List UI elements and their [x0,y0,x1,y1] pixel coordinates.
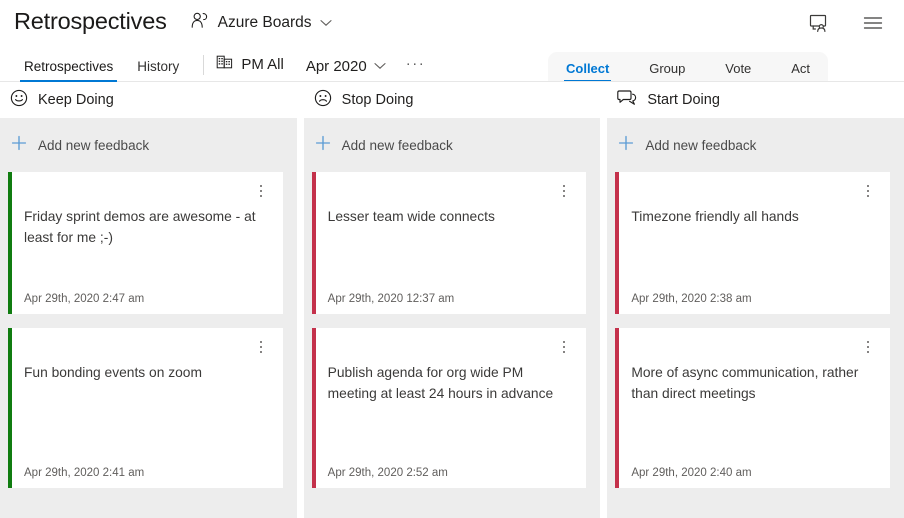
card-timestamp: Apr 29th, 2020 2:38 am [631,285,876,305]
feedback-card[interactable]: Lesser team wide connects Apr 29th, 2020… [312,172,587,314]
card-menu-icon[interactable] [253,338,269,356]
tab-history[interactable]: History [125,60,191,83]
card-timestamp: Apr 29th, 2020 12:37 am [328,285,573,305]
column-header: Stop Doing [304,82,601,118]
card-text: Lesser team wide connects [328,206,573,227]
column-body: Add new feedback Timezone friendly all h… [607,118,904,518]
nav-tabs: Retrospectives History [12,60,191,83]
feedback-card[interactable]: Publish agenda for org wide PM meeting a… [312,328,587,488]
nav-divider [203,55,204,75]
card-text: Timezone friendly all hands [631,206,876,227]
plus-icon [315,135,331,156]
column-start-doing: Start Doing Add new feedback Timezone fr… [607,82,904,518]
feedback-card[interactable]: Timezone friendly all hands Apr 29th, 20… [615,172,890,314]
workflow-tab-vote-label: Vote [725,61,751,76]
speech-bubbles-icon [617,89,637,112]
workflow-tab-vote[interactable]: Vote [725,62,751,82]
card-text: More of async communication, rather than… [631,362,876,405]
workflow-tab-collect[interactable]: Collect [566,62,609,82]
workflow-tab-act-label: Act [791,61,810,76]
project-name: Azure Boards [218,14,312,32]
card-menu-icon[interactable] [556,338,572,356]
tab-retrospectives[interactable]: Retrospectives [12,60,125,83]
workflow-tab-collect-label: Collect [566,61,609,76]
add-new-feedback-label: Add new feedback [645,138,756,153]
column-title: Keep Doing [38,92,114,108]
board-name: PM All [241,56,284,73]
workflow-tab-act[interactable]: Act [791,62,810,82]
add-new-feedback-button[interactable]: Add new feedback [607,118,904,172]
frowny-face-icon [314,89,332,112]
retrospective-board: Keep Doing Add new feedback Friday sprin… [0,82,904,518]
project-selector[interactable]: Azure Boards [191,12,332,34]
people-icon [191,12,210,34]
plus-icon [618,135,634,156]
plus-icon [11,135,27,156]
chevron-down-icon [320,14,332,32]
add-new-feedback-button[interactable]: Add new feedback [304,118,601,172]
feedback-card[interactable]: More of async communication, rather than… [615,328,890,488]
more-options-button[interactable]: ··· [406,56,426,82]
add-new-feedback-label: Add new feedback [38,138,149,153]
hamburger-menu-icon[interactable] [860,10,886,36]
feedback-card[interactable]: Friday sprint demos are awesome - at lea… [8,172,283,314]
card-menu-icon[interactable] [556,182,572,200]
present-mode-icon[interactable] [806,10,832,36]
column-header: Keep Doing [0,82,297,118]
column-body: Add new feedback Friday sprint demos are… [0,118,297,518]
secondary-nav: Retrospectives History PM All [0,46,904,82]
card-timestamp: Apr 29th, 2020 2:41 am [24,459,269,479]
column-title: Start Doing [647,92,720,108]
top-header: Retrospectives Azure Boards [0,0,904,46]
date-label: Apr 2020 [306,58,367,75]
team-icon [216,54,233,75]
header-actions [806,10,890,36]
chevron-down-icon [374,57,386,75]
card-timestamp: Apr 29th, 2020 2:52 am [328,459,573,479]
add-new-feedback-label: Add new feedback [342,138,453,153]
workflow-tab-group[interactable]: Group [649,62,685,82]
column-body: Add new feedback Lesser team wide connec… [304,118,601,518]
column-keep-doing: Keep Doing Add new feedback Friday sprin… [0,82,297,518]
card-menu-icon[interactable] [860,182,876,200]
card-text: Fun bonding events on zoom [24,362,269,383]
smiley-face-icon [10,89,28,112]
card-menu-icon[interactable] [253,182,269,200]
workflow-tab-group-label: Group [649,61,685,76]
tab-history-label: History [137,59,179,74]
feedback-card[interactable]: Fun bonding events on zoom Apr 29th, 202… [8,328,283,488]
column-title: Stop Doing [342,92,414,108]
page-title: Retrospectives [14,10,167,36]
column-header: Start Doing [607,82,904,118]
card-timestamp: Apr 29th, 2020 2:40 am [631,459,876,479]
add-new-feedback-button[interactable]: Add new feedback [0,118,297,172]
card-text: Publish agenda for org wide PM meeting a… [328,362,573,405]
card-menu-icon[interactable] [860,338,876,356]
date-selector[interactable]: Apr 2020 [306,57,386,82]
tab-retrospectives-label: Retrospectives [24,59,113,74]
column-stop-doing: Stop Doing Add new feedback Lesser team … [304,82,601,518]
card-timestamp: Apr 29th, 2020 2:47 am [24,285,269,305]
card-text: Friday sprint demos are awesome - at lea… [24,206,269,249]
workflow-tabs: Collect Group Vote Act [548,52,828,82]
board-selector[interactable]: PM All [216,54,284,82]
